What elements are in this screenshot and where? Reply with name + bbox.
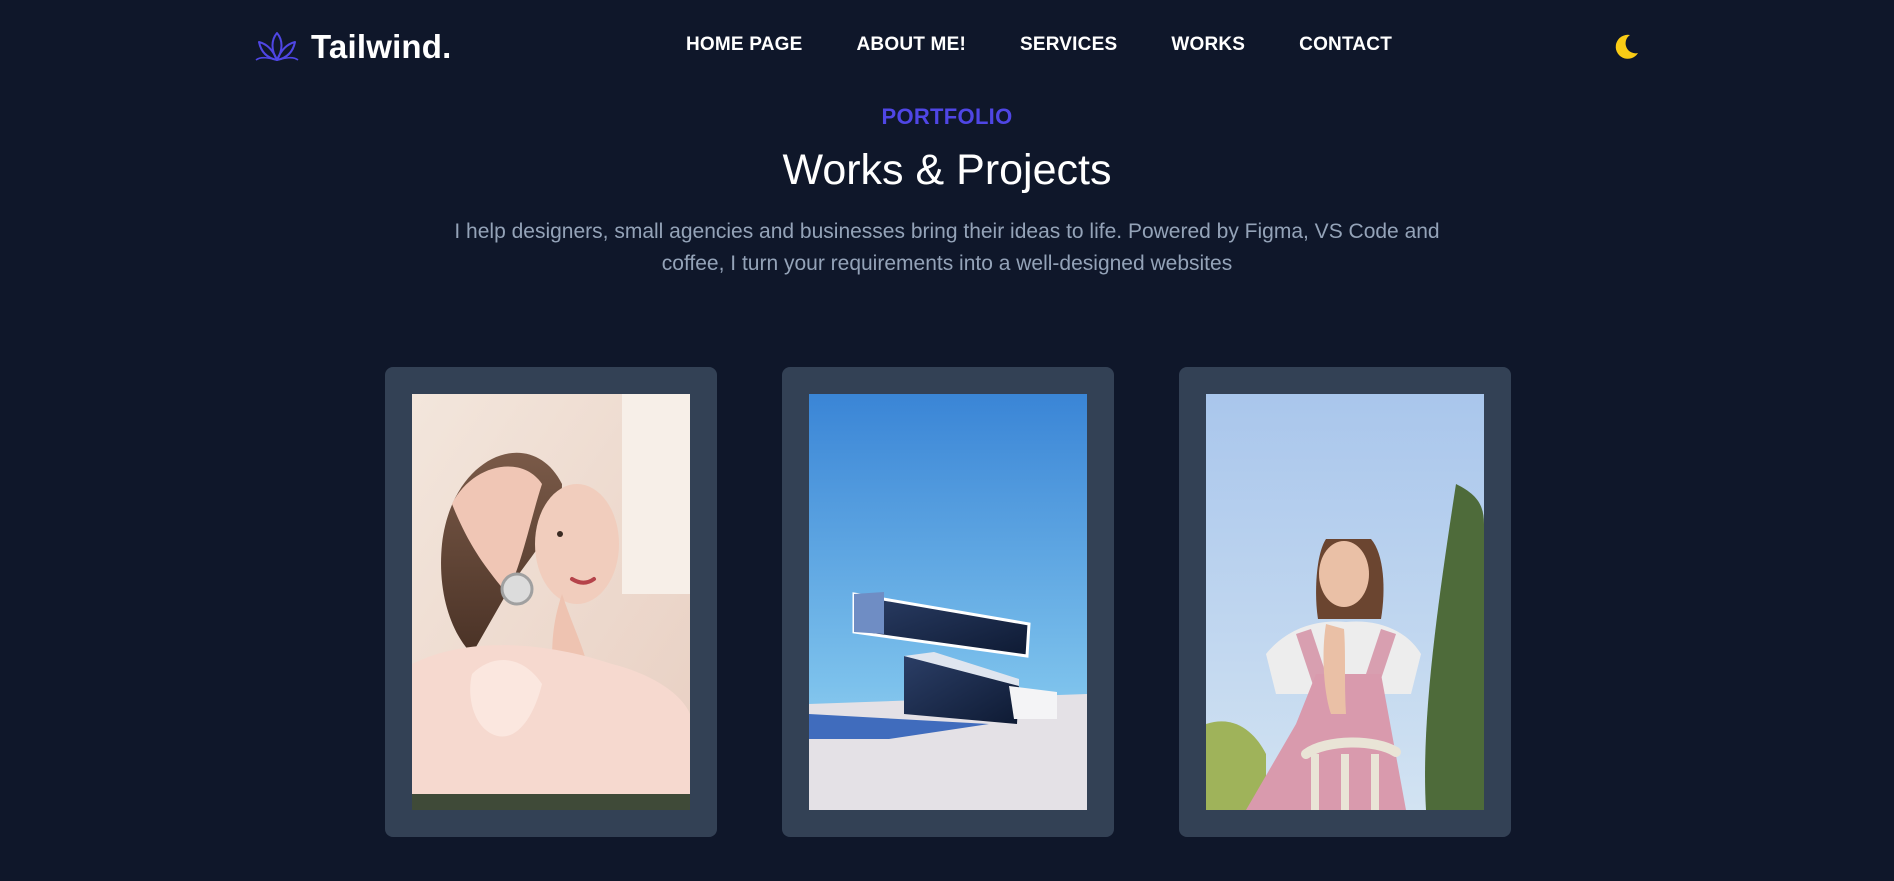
project-card[interactable] xyxy=(782,367,1114,837)
nav-item-contact[interactable]: CONTACT xyxy=(1299,34,1392,56)
nav-item-services[interactable]: SERVICES xyxy=(1020,34,1117,56)
site-header: Tailwind. HOME PAGE ABOUT ME! SERVICES W… xyxy=(0,0,1894,96)
woman-on-chair-photo xyxy=(1206,394,1484,810)
page-title: Works & Projects xyxy=(782,146,1112,194)
nav-item-works[interactable]: WORKS xyxy=(1171,34,1245,56)
section-eyebrow: PORTFOLIO xyxy=(881,104,1013,129)
nav-item-home-page[interactable]: HOME PAGE xyxy=(686,34,803,56)
moon-icon xyxy=(1615,34,1638,59)
section-description: I help designers, small agencies and bus… xyxy=(454,220,1440,275)
main-nav: HOME PAGE ABOUT ME! SERVICES WORKS CONTA… xyxy=(686,34,1392,56)
woman-with-wristwatch-photo xyxy=(412,394,690,810)
theme-toggle-button[interactable] xyxy=(1610,31,1642,63)
brand-name: Tailwind. xyxy=(311,28,452,65)
brand-logo[interactable]: Tailwind. xyxy=(255,28,452,66)
lotus-icon xyxy=(255,32,299,61)
abstract-architecture-photo xyxy=(809,394,1087,810)
nav-item-about-me[interactable]: ABOUT ME! xyxy=(857,34,966,56)
project-card[interactable] xyxy=(1179,367,1511,837)
project-card[interactable] xyxy=(385,367,717,837)
project-grid xyxy=(385,367,1511,837)
